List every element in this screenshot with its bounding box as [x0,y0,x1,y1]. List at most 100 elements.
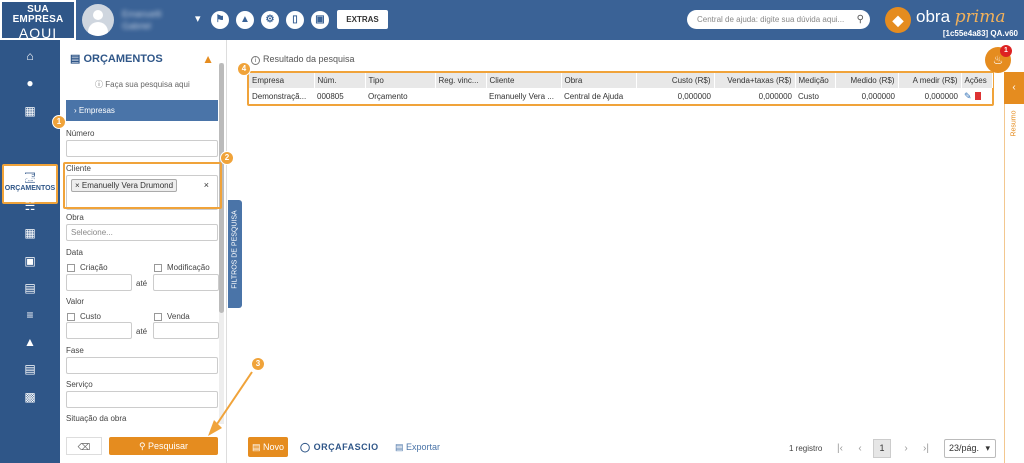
bar-chart-icon[interactable]: ▩ [0,386,60,408]
obraprima-logo: obra prima [916,7,1006,27]
valor-label: Valor [66,297,85,306]
cliente-highlight [63,162,222,209]
ate-label: até [136,327,148,336]
cell-reg-vinc [435,88,486,104]
annotation-badge-1: 1 [52,115,66,129]
valor-from-input[interactable] [66,322,132,339]
filters-collapse-tab[interactable]: FILTROS DE PESQUISA [228,200,242,308]
col-medicao[interactable]: Medição [795,73,836,88]
first-page-icon[interactable]: |‹ [831,440,849,458]
last-page-icon[interactable]: ›| [917,440,935,458]
home-icon[interactable]: ⌂ [0,45,60,67]
numero-label: Número [66,129,95,138]
cell-acoes: ✎ [961,88,992,104]
custo-checkbox[interactable] [67,313,75,321]
result-header: i Resultado da pesquisa [251,54,355,65]
boxes-icon[interactable]: ▣ [0,250,60,272]
extras-button[interactable]: EXTRAS [337,10,388,29]
edit-icon[interactable]: ✎ [964,91,972,101]
col-tipo[interactable]: Tipo [365,73,436,88]
fase-label: Fase [66,346,84,355]
fase-input[interactable] [66,357,218,374]
avatar[interactable] [82,4,114,36]
obra-label: Obra [66,213,84,222]
obra-select[interactable]: Selecione... [66,224,218,241]
data-from-input[interactable] [66,274,132,291]
top-bar: SUA EMPRESA AQUI Emanuelli Gabriel ▾ ⚑ ▲… [0,0,1024,40]
cell-venda-taxas: 0,000000 [758,91,792,101]
chevron-down-icon: ▾ [985,443,990,453]
accordion-empresas[interactable]: › Empresas [66,100,218,121]
col-medido[interactable]: Medido (R$) [835,73,899,88]
orcafascio-button[interactable]: ◯ ORÇAFASCIO [300,442,379,453]
modificacao-label: Modificação [167,263,210,272]
brand-line2: AQUI [18,25,58,41]
user-name: Emanuelli Gabriel [122,9,162,31]
search-icon: ⚲ [856,14,864,25]
venda-checkbox[interactable] [154,313,162,321]
col-custo[interactable]: Custo (R$) [636,73,715,88]
col-a-medir[interactable]: A medir (R$) [898,73,962,88]
col-empresa[interactable]: Empresa [249,73,315,88]
chevron-down-icon[interactable]: ▾ [195,12,201,25]
filter-panel: ▤ ORÇAMENTOS ▲ ⓘ Faça sua pesquisa aqui … [60,40,227,463]
record-count: 1 registro [789,444,823,453]
truck-icon[interactable]: ⛟ [0,167,60,189]
cell-a-medir: 0,000000 [924,91,958,101]
panel-title: ▤ ORÇAMENTOS [70,53,163,65]
mountain-icon[interactable]: ▲ [0,331,60,353]
col-acoes: Ações [961,73,993,88]
report-icon[interactable]: ▤ [0,358,60,380]
cell-tipo: Orçamento [368,91,408,101]
novo-button[interactable]: ▤ Novo [248,437,288,457]
table-header-row: Empresa Núm. Tipo Reg. vinc... Cliente O… [249,73,993,88]
servico-label: Serviço [66,380,93,389]
criacao-label: Criação [80,263,108,272]
col-obra[interactable]: Obra [561,73,637,88]
col-num[interactable]: Núm. [314,73,366,88]
building-icon[interactable]: ▦ [0,100,60,122]
prev-page-icon[interactable]: ‹ [851,440,869,458]
modificacao-checkbox[interactable] [154,264,162,272]
current-page[interactable]: 1 [873,439,891,458]
trash-icon[interactable] [974,92,981,101]
eraser-button[interactable]: ⌫ [66,437,102,455]
results-table: Empresa Núm. Tipo Reg. vinc... Cliente O… [249,73,993,104]
mobile-icon[interactable]: ▯ [286,11,304,29]
flag-icon[interactable]: ⚑ [211,11,229,29]
per-page-select[interactable]: 23/pág. ▾ [944,439,996,458]
file-icon[interactable]: ▤ [0,277,60,299]
next-page-icon[interactable]: › [897,440,915,458]
checklist-icon[interactable]: ≡ [0,304,60,326]
col-reg-vinc[interactable]: Reg. vinc... [435,73,487,88]
valor-to-input[interactable] [153,322,219,339]
cart-icon[interactable]: ☵ [0,195,60,217]
cell-obra: Central de Ajuda [564,91,624,101]
data-label: Data [66,248,83,257]
col-venda-taxas[interactable]: Venda+taxas (R$) [714,73,796,88]
company-logo[interactable]: SUA EMPRESA AQUI [0,0,76,40]
criacao-checkbox[interactable] [67,264,75,272]
table-row[interactable]: Demonstraçã... 000805 Orçamento Emanuell… [249,88,992,104]
obraprima-logo-icon: ◆ [885,7,911,33]
resumo-label[interactable]: Resumo [1011,106,1018,142]
search-button[interactable]: ⚲ Pesquisar [109,437,218,455]
numero-input[interactable] [66,140,218,157]
resumo-toggle[interactable]: ‹ [1004,72,1024,104]
monitor-icon[interactable]: ▣ [311,11,329,29]
graduation-cap-icon[interactable]: ▲ [202,52,214,66]
servico-input[interactable] [66,391,218,408]
col-cliente[interactable]: Cliente [486,73,562,88]
cell-medido: 0,000000 [861,91,895,101]
version-label: [1c55e4a83] QA.v60 [942,29,1018,38]
cell-num: 000805 [317,91,344,101]
calculator-icon[interactable]: ▦ [0,222,60,244]
venda-label: Venda [167,312,190,321]
exportar-button[interactable]: ▤ Exportar [395,442,440,453]
user-icon[interactable]: ● [0,72,60,94]
gear-icon[interactable]: ⚙ [261,11,279,29]
graduation-cap-icon[interactable]: ▲ [236,11,254,29]
help-search-input[interactable]: Central de ajuda: digite sua dúvida aqui… [687,10,870,29]
annotation-badge-2: 2 [220,151,234,165]
data-to-input[interactable] [153,274,219,291]
